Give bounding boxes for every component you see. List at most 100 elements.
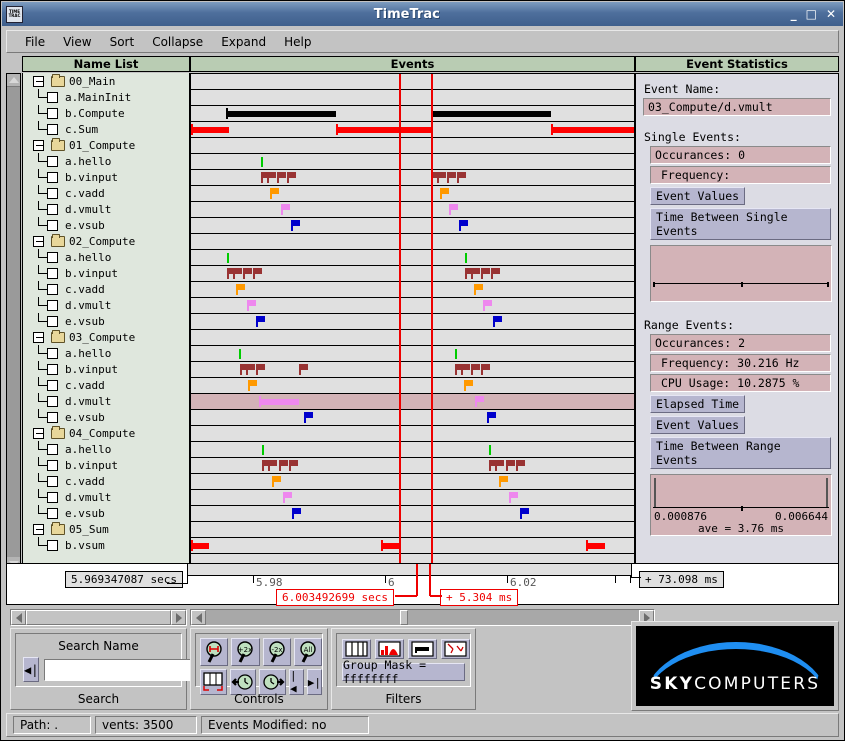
timeline-event-flag[interactable]	[491, 268, 500, 279]
zoom-all-button[interactable]: All	[293, 638, 322, 666]
timeline-event-flag[interactable]	[281, 204, 290, 215]
timeline-event-flag[interactable]	[464, 380, 473, 391]
timeline-event-flag[interactable]	[247, 300, 256, 311]
filter-columns-button[interactable]	[342, 639, 371, 659]
tree-checkbox[interactable]	[47, 108, 58, 119]
tree-checkbox[interactable]	[47, 396, 58, 407]
timeline-range-bar[interactable]	[336, 127, 432, 133]
events-hscroll-thumb[interactable]	[400, 610, 408, 625]
timeline-range-bar[interactable]	[551, 127, 634, 133]
tree-checkbox[interactable]	[47, 124, 58, 135]
tree-leaf-row[interactable]: b.vinput	[23, 457, 189, 473]
timeline-event-flag[interactable]	[457, 172, 466, 183]
timeline-cursor-2[interactable]	[431, 74, 433, 570]
timeline-row[interactable]	[191, 202, 634, 218]
tree-leaf-row[interactable]: a.hello	[23, 249, 189, 265]
tree-checkbox[interactable]	[47, 300, 58, 311]
close-button[interactable]: ✕	[826, 7, 836, 21]
timeline-range-bar[interactable]	[259, 399, 299, 405]
tree-leaf-row[interactable]: b.vinput	[23, 361, 189, 377]
tree-leaf-row[interactable]: b.Compute	[23, 105, 189, 121]
tree-checkbox[interactable]	[47, 188, 58, 199]
timeline-range-bar[interactable]	[431, 111, 551, 117]
tree-leaf-row[interactable]: a.hello	[23, 153, 189, 169]
timeline-tick-marker[interactable]	[261, 157, 263, 167]
tree-folder-row[interactable]: 05_Sum	[23, 521, 189, 537]
timeline-event-flag[interactable]	[516, 460, 525, 471]
tree-checkbox[interactable]	[47, 92, 58, 103]
tree-leaf-row[interactable]: e.vsub	[23, 505, 189, 521]
tree-checkbox[interactable]	[47, 508, 58, 519]
filter-range-button[interactable]	[408, 639, 437, 659]
tree-leaf-row[interactable]: a.MainInit	[23, 89, 189, 105]
tree-checkbox[interactable]	[47, 252, 58, 263]
timeline-event-flag[interactable]	[471, 364, 480, 375]
tree-leaf-row[interactable]: d.vmult	[23, 393, 189, 409]
tree-collapse-icon[interactable]	[33, 76, 44, 87]
name-list-vertical-scrollbar[interactable]	[6, 73, 21, 571]
timeline-row[interactable]	[191, 218, 634, 234]
timeline-range-bar[interactable]	[226, 111, 336, 117]
timeline-event-flag[interactable]	[459, 220, 468, 231]
timeline-event-flag[interactable]	[487, 412, 496, 423]
timeline-event-flag[interactable]	[493, 316, 502, 327]
timeline-row[interactable]	[191, 106, 634, 122]
single-events-graph[interactable]	[650, 245, 832, 302]
zoom-fit-selection-button[interactable]	[200, 638, 229, 666]
timeline-row[interactable]	[191, 170, 634, 186]
timeline-event-flag[interactable]	[509, 492, 518, 503]
menu-help[interactable]: Help	[275, 33, 320, 51]
timeline-event-flag[interactable]	[267, 172, 276, 183]
menu-sort[interactable]: Sort	[101, 33, 144, 51]
timeline-event-flag[interactable]	[292, 508, 301, 519]
timeline-row[interactable]	[191, 474, 634, 490]
timeline-event-flag[interactable]	[299, 364, 308, 375]
timeline-row[interactable]	[191, 394, 634, 410]
group-mask-button[interactable]: Group Mask = ffffffff	[342, 658, 465, 686]
tree-leaf-row[interactable]: c.Sum	[23, 121, 189, 137]
menu-expand[interactable]: Expand	[212, 33, 275, 51]
timeline-event-flag[interactable]	[483, 300, 492, 311]
tree-checkbox[interactable]	[47, 220, 58, 231]
time-axis[interactable]: 5.98 6 6.02 5.969347087 secs 6.003492699 s…	[6, 563, 839, 606]
tree-checkbox[interactable]	[47, 316, 58, 327]
name-list-horizontal-scrollbar[interactable]	[10, 609, 187, 626]
tree-checkbox[interactable]	[47, 380, 58, 391]
zoom-in-2x-button[interactable]: +2x	[231, 638, 260, 666]
tree-leaf-row[interactable]: a.hello	[23, 441, 189, 457]
tree-leaf-row[interactable]: d.vmult	[23, 297, 189, 313]
timeline-event-flag[interactable]	[461, 364, 470, 375]
timeline-row[interactable]	[191, 298, 634, 314]
timeline-event-flag[interactable]	[248, 380, 257, 391]
menu-file[interactable]: File	[16, 33, 54, 51]
timeline-row[interactable]	[191, 490, 634, 506]
timeline-event-flag[interactable]	[256, 316, 265, 327]
range-events-graph[interactable]: 0.000876 0.006644 ave = 3.76 ms	[650, 474, 832, 536]
tree-leaf-row[interactable]: b.vinput	[23, 265, 189, 281]
timeline-row[interactable]	[191, 538, 634, 554]
minimize-button[interactable]: _	[791, 7, 797, 21]
events-hscroll-left-arrow-icon[interactable]	[191, 610, 206, 625]
hscroll-thumb-left[interactable]	[26, 610, 171, 625]
zoom-out-2x-button[interactable]: -2x	[262, 638, 291, 666]
tree-leaf-row[interactable]: e.vsub	[23, 313, 189, 329]
timeline-event-flag[interactable]	[272, 476, 281, 487]
tree-collapse-icon[interactable]	[33, 332, 44, 343]
tree-leaf-row[interactable]: e.vsub	[23, 409, 189, 425]
tree-leaf-row[interactable]: c.vadd	[23, 281, 189, 297]
timeline-row[interactable]	[191, 330, 634, 346]
timeline-row[interactable]	[191, 410, 634, 426]
timeline-row[interactable]	[191, 234, 634, 250]
timeline-range-bar[interactable]	[191, 127, 229, 133]
events-horizontal-scrollbar[interactable]	[190, 609, 655, 626]
timeline-event-flag[interactable]	[253, 268, 262, 279]
timeline-event-flag[interactable]	[481, 268, 490, 279]
timeline-event-flag[interactable]	[291, 220, 300, 231]
single-time-between-events-button[interactable]: Time Between Single Events	[650, 208, 831, 240]
maximize-button[interactable]: □	[806, 7, 817, 21]
timeline-row[interactable]	[191, 362, 634, 378]
timeline-row[interactable]	[191, 90, 634, 106]
timeline-event-flag[interactable]	[495, 460, 504, 471]
hscroll-right-arrow-icon[interactable]	[171, 610, 186, 625]
filter-events-button[interactable]	[441, 639, 470, 659]
